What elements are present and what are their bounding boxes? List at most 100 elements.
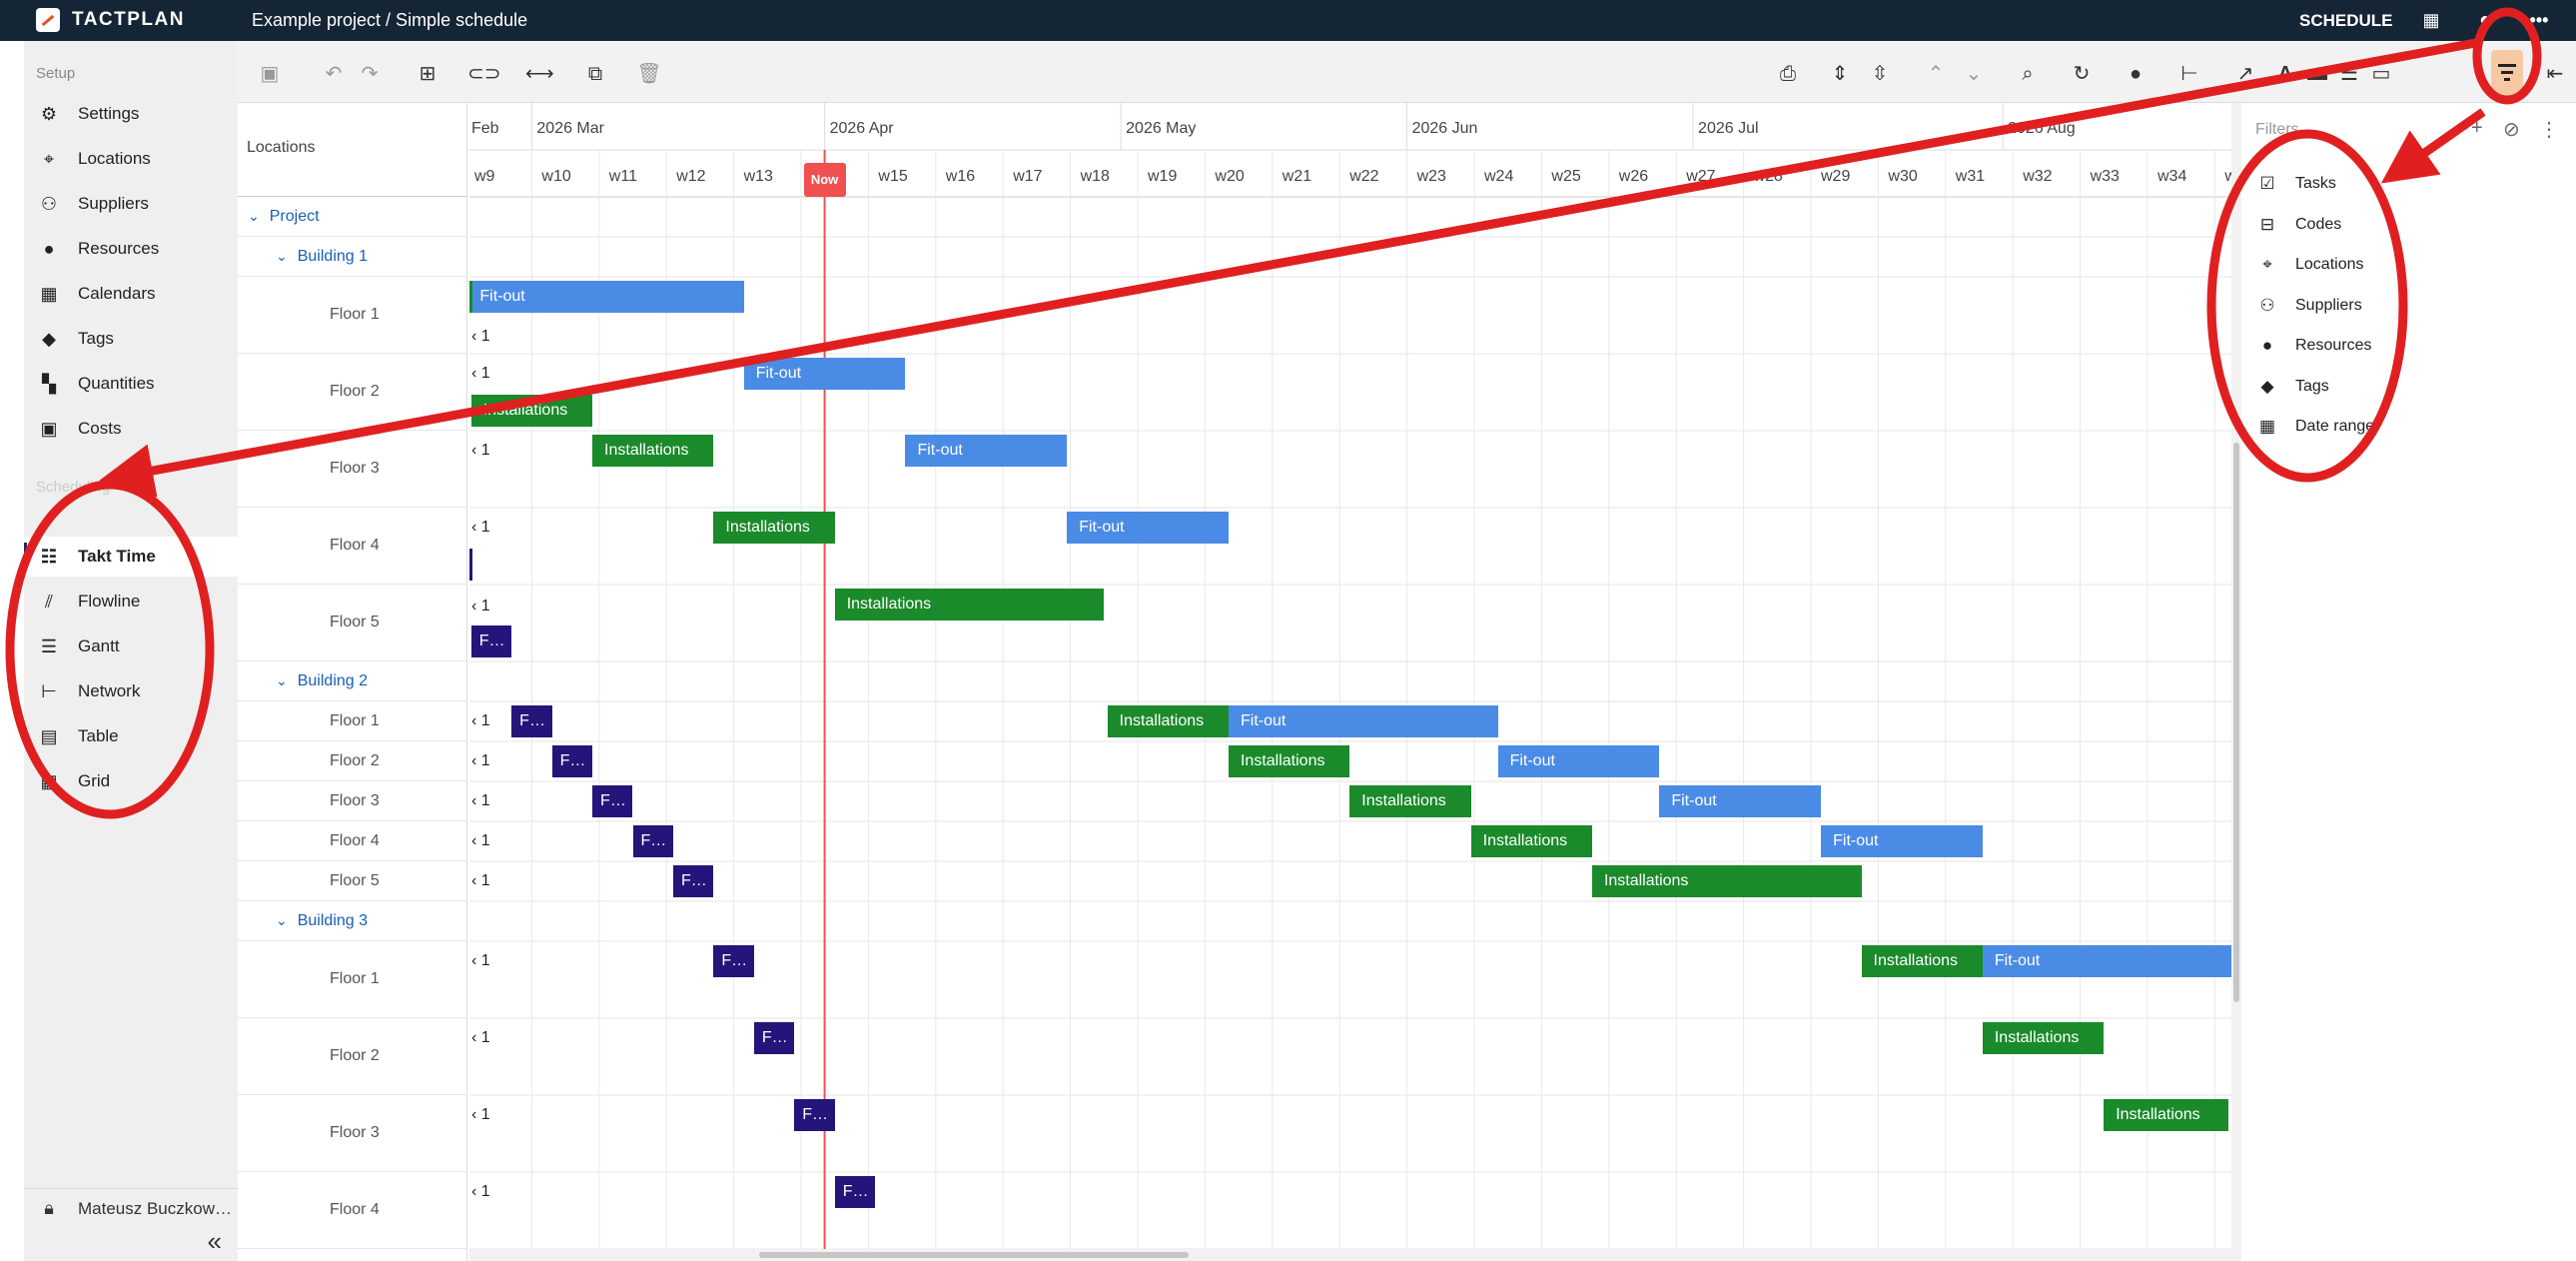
location-floor-row[interactable]: Floor 1 xyxy=(238,701,467,741)
task-bar[interactable]: Fit-out xyxy=(743,358,906,390)
location-floor-row[interactable]: Floor 4 xyxy=(238,508,467,585)
redo-icon[interactable]: ↷ xyxy=(356,60,384,88)
filter-locations[interactable]: ⌖ Locations xyxy=(2255,250,2363,280)
double-chevron-left-icon[interactable]: « xyxy=(208,1226,222,1257)
location-floor-row[interactable]: Floor 2 xyxy=(238,741,467,781)
schedule-section-label[interactable]: SCHEDULE xyxy=(2299,11,2393,31)
collapse-rows-icon[interactable]: ⇕ xyxy=(1826,60,1854,88)
filter-toggle-button[interactable] xyxy=(2491,50,2523,96)
task-bar[interactable]: Installations xyxy=(834,589,1105,621)
task-bar[interactable]: F… xyxy=(713,945,754,977)
location-floor-row[interactable]: Floor 3 xyxy=(238,431,467,508)
filter-tags[interactable]: ◆ Tags xyxy=(2255,372,2328,402)
panel-icon[interactable]: ▭ xyxy=(2367,60,2395,88)
horizontal-scrollbar[interactable] xyxy=(469,1249,2231,1261)
location-group-row[interactable]: ⌄ Building 2 xyxy=(238,661,467,701)
sidebar-item-calendars[interactable]: ▦ Calendars xyxy=(24,274,238,314)
task-bar[interactable]: F… xyxy=(794,1099,835,1131)
task-bar[interactable]: Fit-out xyxy=(1067,512,1229,544)
task-bar[interactable]: Fit-out xyxy=(905,435,1068,467)
person-icon[interactable]: ● xyxy=(2122,60,2149,88)
vertical-scrollbar[interactable] xyxy=(2231,103,2241,1261)
location-floor-row[interactable]: Floor 2 xyxy=(238,354,467,431)
task-bar[interactable]: F… xyxy=(834,1176,876,1208)
task-bar[interactable] xyxy=(469,549,472,581)
sidebar-item-grid[interactable]: ▦ Grid xyxy=(24,761,238,801)
chevron-down-icon[interactable]: ⌄ xyxy=(276,672,288,688)
sidebar-item-network[interactable]: ⊢ Network xyxy=(24,671,238,711)
sidebar-item-tags[interactable]: ◆ Tags xyxy=(24,319,238,359)
task-bar[interactable]: Installations xyxy=(592,435,714,467)
minus-icon[interactable]: ▬ xyxy=(2303,60,2331,88)
task-bar[interactable]: Installations xyxy=(1470,825,1592,857)
chevron-down-icon[interactable]: ⌄ xyxy=(1960,60,1988,88)
location-group-row[interactable]: ⌄ Building 1 xyxy=(238,237,467,277)
sidebar-item-suppliers[interactable]: ⚇ Suppliers xyxy=(24,184,238,224)
account-icon[interactable]: ● xyxy=(2473,8,2497,32)
task-bar[interactable]: F… xyxy=(592,785,633,817)
location-floor-row[interactable]: Floor 3 xyxy=(238,1095,467,1172)
sidebar-item-gantt[interactable]: ☰ Gantt xyxy=(24,627,238,666)
task-bar[interactable]: Fit-out xyxy=(1497,745,1660,777)
task-bar[interactable]: Fit-out xyxy=(1659,785,1822,817)
list-icon[interactable]: ☰ xyxy=(2335,60,2363,88)
task-bar[interactable]: Fit-out xyxy=(1982,945,2231,977)
sidebar-item-table[interactable]: ▤ Table xyxy=(24,716,238,756)
location-floor-row[interactable]: Floor 3 xyxy=(238,781,467,821)
chevron-down-icon[interactable]: ⌄ xyxy=(248,208,260,224)
chevron-up-icon[interactable]: ⌃ xyxy=(1922,60,1950,88)
hierarchy-icon[interactable]: ⊢ xyxy=(2175,60,2203,88)
task-bar[interactable]: Installations xyxy=(1591,865,1862,897)
task-bar[interactable]: Installations xyxy=(1349,785,1471,817)
print-icon[interactable]: ⎙ xyxy=(1774,60,1802,88)
task-bar[interactable]: F… xyxy=(632,825,673,857)
task-bar[interactable]: F… xyxy=(672,865,714,897)
location-floor-row[interactable]: Floor 4 xyxy=(238,821,467,861)
zoom-icon[interactable]: ⌕ xyxy=(2014,60,2042,88)
task-bar[interactable]: Installations xyxy=(1861,945,1983,977)
location-group-row[interactable]: ⌄ Building 3 xyxy=(238,901,467,941)
add-task-icon[interactable]: ⊞ xyxy=(414,60,441,88)
chevron-down-icon[interactable]: ⌄ xyxy=(276,912,288,928)
task-bar[interactable]: Installations xyxy=(470,395,593,427)
close-panel-icon[interactable]: ⇤ xyxy=(2541,60,2569,88)
expand-rows-icon[interactable]: ⇳ xyxy=(1866,60,1894,88)
sidebar-item-takt-time[interactable]: ☷ Takt Time xyxy=(24,537,238,577)
filter-resources[interactable]: ● Resources xyxy=(2255,331,2372,361)
building-icon[interactable]: ▦ xyxy=(2419,8,2443,32)
location-floor-row[interactable]: Floor 4 xyxy=(238,1172,467,1249)
sync-icon[interactable]: ↻ xyxy=(2068,60,2096,88)
filter-codes[interactable]: ⊟ Codes xyxy=(2255,210,2341,240)
filter-suppliers[interactable]: ⚇ Suppliers xyxy=(2255,291,2361,321)
clear-filter-icon[interactable]: ⊘ xyxy=(2503,117,2520,142)
task-bar[interactable]: F… xyxy=(551,745,593,777)
save-icon[interactable]: ▣ xyxy=(256,60,284,88)
user-menu[interactable]: 🔒︎ Mateusz Buczkow… xyxy=(24,1188,238,1228)
brand-logo[interactable]: TACTPLAN xyxy=(36,8,185,32)
more-vert-icon[interactable]: ⋮ xyxy=(2539,117,2559,142)
task-bar[interactable]: Fit-out xyxy=(469,281,744,313)
task-bar[interactable]: F… xyxy=(753,1022,795,1054)
location-floor-row[interactable]: Floor 5 xyxy=(238,861,467,901)
task-bar[interactable]: Installations xyxy=(713,512,835,544)
filter-tasks[interactable]: ☑ Tasks xyxy=(2255,169,2336,199)
trend-icon[interactable]: ↗ xyxy=(2231,60,2259,88)
delete-icon[interactable]: 🗑︎ xyxy=(635,60,663,88)
copy-icon[interactable]: ⧉ xyxy=(581,60,609,88)
task-bar[interactable] xyxy=(469,281,472,313)
task-bar[interactable]: F… xyxy=(470,626,512,657)
task-bar[interactable]: Fit-out xyxy=(1821,825,1983,857)
task-bar[interactable]: F… xyxy=(511,705,552,737)
task-bar[interactable]: Installations xyxy=(2104,1099,2228,1131)
sidebar-item-settings[interactable]: ⚙ Settings xyxy=(24,94,238,134)
location-floor-row[interactable]: Floor 5 xyxy=(238,585,467,661)
plus-icon[interactable]: + xyxy=(2471,117,2483,140)
link-icon[interactable]: ⊂⊃ xyxy=(467,60,501,88)
sidebar-item-flowline[interactable]: ⫽ Flowline xyxy=(24,582,238,622)
sidebar-item-quantities[interactable]: ▚ Quantities xyxy=(24,364,238,404)
more-horiz-icon[interactable]: ••• xyxy=(2527,8,2551,32)
takt-chart[interactable]: w9w10w11w12w13w14w15w16w17w18w19w20w21w2… xyxy=(469,103,2231,1261)
undo-icon[interactable]: ↶ xyxy=(320,60,348,88)
location-floor-row[interactable]: Floor 2 xyxy=(238,1018,467,1095)
sidebar-item-locations[interactable]: ⌖ Locations xyxy=(24,139,238,179)
